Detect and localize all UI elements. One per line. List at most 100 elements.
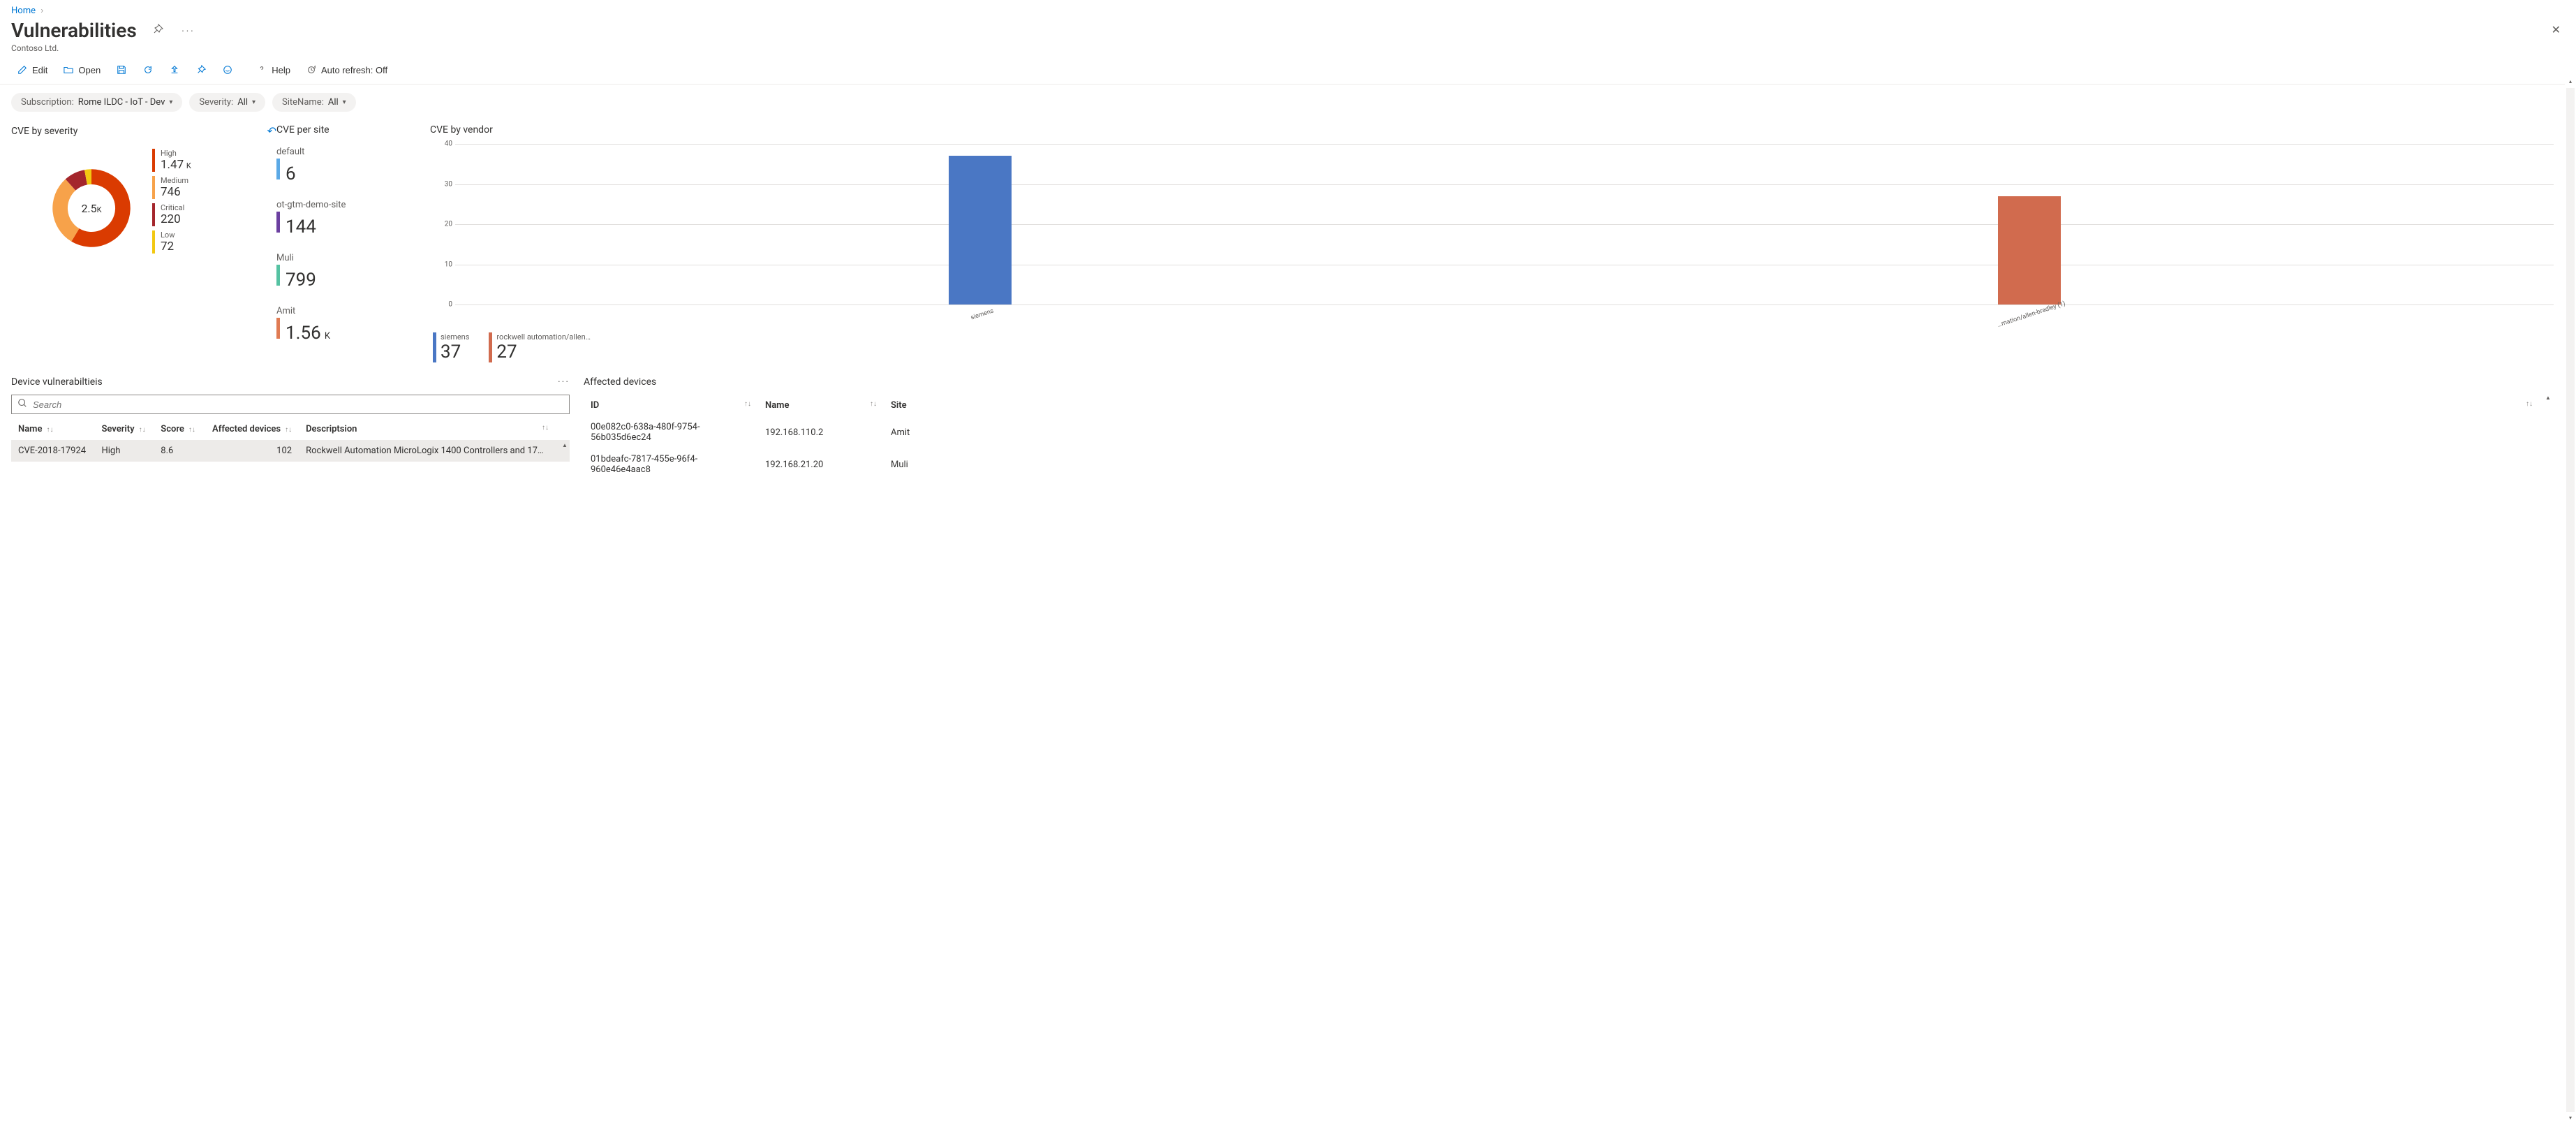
autorefresh-label: Auto refresh: Off (321, 65, 387, 75)
sort-icon: ↑↓ (744, 400, 751, 408)
severity-legend: High 1.47 K Medium 746 Critical 220 Low … (152, 149, 191, 254)
col-name[interactable]: Name↑↓ (758, 395, 884, 416)
refresh-button[interactable] (137, 61, 159, 78)
close-button[interactable]: ✕ (2547, 19, 2565, 41)
vendor-legend-item[interactable]: rockwell automation/allen…27 (489, 332, 591, 362)
smiley-icon (222, 64, 233, 75)
legend-item[interactable]: Low 72 (152, 230, 191, 254)
col-score[interactable]: Score↑↓ (154, 418, 203, 440)
folder-open-icon (63, 64, 74, 75)
col-id[interactable]: ID↑↓ (584, 395, 758, 416)
panel-cve-by-vendor: CVE by vendor 010203040 siemens …mation/… (430, 124, 2554, 362)
site-item[interactable]: ot-gtm-demo-site 144 (276, 200, 430, 237)
chevron-down-icon: ▾ (343, 98, 346, 106)
col-name[interactable]: Name↑↓ (11, 418, 94, 440)
search-box[interactable] (11, 395, 570, 414)
chevron-right-icon: › (40, 6, 43, 16)
filter-sitename[interactable]: SiteName: All ▾ (272, 93, 356, 112)
filter-subscription[interactable]: Subscription: Rome ILDC - IoT - Dev ▾ (11, 93, 182, 112)
col-desc[interactable]: Descriptsion↑↓ (299, 418, 556, 440)
table-row[interactable]: 00e082c0-638a-480f-9754-56b035d6ec24192.… (584, 416, 2554, 448)
table-row[interactable]: 01bdeafc-7817-455e-96f4-960e46e4aac8192.… (584, 448, 2554, 480)
panel-persite-title: CVE per site (276, 124, 330, 135)
scroll-up-icon: ▴ (2565, 77, 2576, 87)
pin-icon (195, 64, 207, 75)
chevron-down-icon: ▾ (252, 98, 256, 106)
filter-subscription-value: Rome ILDC - IoT - Dev (78, 97, 165, 108)
undo-icon: ↶ (267, 124, 276, 138)
site-item[interactable]: Muli 799 (276, 253, 430, 291)
vendor-bar-chart[interactable]: 010203040 siemens …mation/allen-bradley … (455, 144, 2554, 304)
search-icon (17, 398, 27, 411)
refresh-icon (142, 64, 154, 75)
page-subtitle: Contoso Ltd. (11, 43, 198, 53)
open-label: Open (78, 65, 101, 75)
save-button[interactable] (110, 61, 133, 78)
donut-center-value: 2.5K (46, 163, 137, 254)
filter-severity-value: All (237, 97, 248, 108)
scroll-up-icon: ▲ (560, 442, 570, 448)
affected-title: Affected devices (584, 376, 656, 388)
filter-severity-label: Severity: (199, 97, 233, 108)
search-input[interactable] (31, 399, 563, 411)
severity-donut-chart[interactable]: 2.5K (46, 163, 137, 254)
feedback-button[interactable] (216, 61, 239, 78)
panel-vendor-title: CVE by vendor (430, 124, 493, 135)
page-scrollbar[interactable]: ▴ ▾ (2565, 77, 2576, 1123)
vertical-scrollbar[interactable]: ▲ (560, 442, 570, 462)
filter-subscription-label: Subscription: (21, 97, 74, 108)
help-button[interactable]: Help (251, 61, 296, 78)
autorefresh-button[interactable]: Auto refresh: Off (300, 61, 393, 78)
vendor-legend: siemens37 rockwell automation/allen…27 (433, 332, 2554, 362)
sort-icon: ↑↓ (188, 426, 195, 434)
question-icon (256, 64, 267, 75)
pencil-icon (17, 64, 28, 75)
page-title: Vulnerabilities (11, 19, 137, 42)
close-icon: ✕ (2552, 23, 2561, 36)
filter-sitename-value: All (328, 97, 339, 108)
sort-icon: ↑↓ (46, 426, 53, 434)
scroll-down-icon: ▾ (2565, 1113, 2576, 1123)
panel-affected-devices: Affected devices ID↑↓ Name↑↓ Site↑↓ 00e0… (584, 376, 2554, 480)
filter-sitename-label: SiteName: (282, 97, 324, 108)
col-site[interactable]: Site↑↓ (884, 395, 2540, 416)
sort-icon: ↑↓ (542, 424, 549, 432)
sort-icon: ↑↓ (2526, 400, 2533, 408)
open-button[interactable]: Open (57, 61, 106, 78)
edit-label: Edit (32, 65, 47, 75)
col-severity[interactable]: Severity↑↓ (94, 418, 154, 440)
chevron-down-icon: ▾ (169, 98, 172, 106)
device-vuln-table: Name↑↓ Severity↑↓ Score↑↓ Affected devic… (11, 418, 570, 462)
affected-devices-table: ID↑↓ Name↑↓ Site↑↓ 00e082c0-638a-480f-97… (584, 395, 2554, 480)
panel-more-button[interactable]: ··· (558, 376, 570, 388)
device-vuln-title: Device vulnerabiltieis (11, 376, 103, 388)
col-affected[interactable]: Affected devices↑↓ (203, 418, 299, 440)
more-button[interactable]: ··· (179, 22, 198, 38)
legend-item[interactable]: Medium 746 (152, 176, 191, 199)
undo-button[interactable]: ↶ (267, 124, 276, 138)
filter-bar: Subscription: Rome ILDC - IoT - Dev ▾ Se… (0, 85, 2576, 124)
filter-severity[interactable]: Severity: All ▾ (189, 93, 265, 112)
panel-cve-severity: CVE by severity ↶ 2.5K High 1.47 K Mediu… (11, 124, 276, 362)
site-item[interactable]: Amit 1.56 K (276, 306, 430, 344)
edit-button[interactable]: Edit (11, 61, 53, 78)
scroll-up-icon: ▲ (2542, 395, 2554, 401)
share-button[interactable] (163, 61, 186, 78)
breadcrumb: Home › (0, 0, 2576, 16)
share-icon (169, 64, 180, 75)
page-header: Vulnerabilities ··· Contoso Ltd. ✕ (0, 16, 2576, 57)
bar-0[interactable]: siemens (455, 144, 1504, 304)
bar-1[interactable]: …mation/allen-bradley (1) (1504, 144, 2554, 304)
site-item[interactable]: default 6 (276, 147, 430, 184)
toolbar: Edit Open Help (0, 57, 2576, 85)
panel-severity-title: CVE by severity (11, 126, 77, 137)
table-row[interactable]: CVE-2018-17924High8.6102Rockwell Automat… (11, 440, 570, 462)
legend-item[interactable]: Critical 220 (152, 203, 191, 226)
vertical-scrollbar[interactable]: ▲ (2542, 395, 2554, 480)
legend-item[interactable]: High 1.47 K (152, 149, 191, 172)
pin-button[interactable] (149, 21, 166, 40)
breadcrumb-home[interactable]: Home (11, 6, 36, 16)
pin2-button[interactable] (190, 61, 212, 78)
vendor-legend-item[interactable]: siemens37 (433, 332, 469, 362)
sort-icon: ↑↓ (285, 426, 292, 434)
